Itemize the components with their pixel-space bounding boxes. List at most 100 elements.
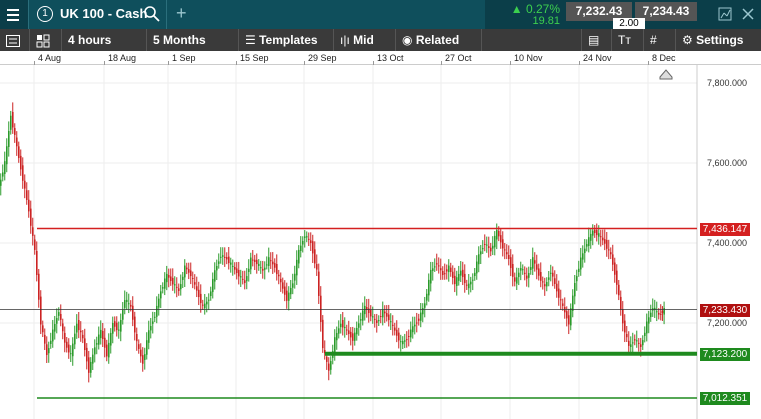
- candle-body: [586, 244, 588, 247]
- candle-body: [276, 264, 278, 275]
- candle-body: [144, 354, 146, 360]
- toolbar-spacer: [482, 29, 582, 51]
- candle-body: [648, 317, 650, 324]
- candle-body: [338, 328, 340, 334]
- menu-button[interactable]: [0, 0, 28, 29]
- instrument-title[interactable]: UK 100 - Cash: [60, 6, 147, 21]
- candle-body: [14, 128, 16, 135]
- candle-body: [506, 252, 508, 255]
- candle-body: [220, 256, 222, 258]
- candle-body: [104, 337, 106, 348]
- candle-body: [268, 257, 270, 266]
- templates-button[interactable]: ☰ Templates: [239, 29, 334, 51]
- candle-body: [542, 281, 544, 283]
- candle-body: [526, 275, 528, 279]
- candle-body: [624, 320, 626, 333]
- candle-body: [228, 256, 230, 264]
- candle-body: [626, 334, 628, 338]
- candle-body: [216, 266, 218, 271]
- candle-body: [298, 249, 300, 264]
- candle-body: [124, 300, 126, 308]
- candle-body: [138, 344, 140, 349]
- candle-body: [432, 268, 434, 271]
- candle-body: [184, 265, 186, 278]
- date-tick-label: 15 Sep: [240, 53, 269, 63]
- chart-layout-icon[interactable]: [717, 6, 733, 22]
- date-tick-label: 1 Sep: [172, 53, 196, 63]
- candle-body: [226, 257, 228, 260]
- text-tool-button[interactable]: Tт: [612, 29, 644, 51]
- candle-body: [578, 268, 580, 272]
- candle-body: [214, 270, 216, 282]
- candle-body: [136, 334, 138, 342]
- candle-body: [26, 190, 28, 200]
- candle-body: [388, 314, 390, 321]
- candle-body: [560, 299, 562, 301]
- interval-selector[interactable]: 4 hours: [62, 29, 147, 51]
- candle-body: [598, 233, 600, 237]
- gear-icon: ⚙: [682, 33, 693, 47]
- add-tab-icon[interactable]: +: [176, 3, 187, 24]
- candle-body: [126, 299, 128, 302]
- candle-body: [120, 319, 122, 332]
- candle-body: [462, 269, 464, 278]
- settings-button[interactable]: ⚙ Settings: [676, 29, 761, 51]
- candle-body: [246, 276, 248, 282]
- candle-body: [240, 276, 242, 278]
- related-button[interactable]: ◉ Related: [396, 29, 482, 51]
- candle-body: [42, 325, 44, 333]
- candle-body: [634, 339, 636, 341]
- candle-body: [600, 236, 602, 238]
- candle-body: [286, 290, 288, 301]
- notes-button[interactable]: ▤: [582, 29, 612, 51]
- candle-body: [8, 131, 10, 147]
- resistance-price-label: 7,436.147: [700, 222, 750, 236]
- candle-body: [474, 272, 476, 276]
- candle-body: [46, 344, 48, 355]
- candle-body: [260, 267, 262, 269]
- chart-list-button[interactable]: [0, 29, 30, 51]
- candle-body: [390, 321, 392, 323]
- candle-body: [174, 284, 176, 286]
- candle-body: [336, 332, 338, 341]
- candle-body: [212, 278, 214, 293]
- candle-body: [310, 240, 312, 243]
- candle-body: [172, 277, 174, 285]
- candle-body: [420, 312, 422, 321]
- candle-body: [266, 264, 268, 266]
- candle-body: [516, 277, 518, 284]
- candle-body: [328, 363, 330, 371]
- candle-body: [330, 361, 332, 370]
- candle-body: [288, 292, 290, 301]
- candle-body: [66, 341, 68, 348]
- search-icon[interactable]: [143, 5, 161, 23]
- candle-body: [464, 273, 466, 284]
- close-icon[interactable]: [740, 6, 756, 22]
- candle-body: [530, 267, 532, 270]
- candle-body: [142, 355, 144, 364]
- candle-body: [38, 273, 40, 300]
- price-chart[interactable]: 7,800.000 7,600.000 7,400.000 7,200.000: [0, 65, 761, 419]
- crosshair-button[interactable]: #: [644, 29, 676, 51]
- candle-body: [48, 348, 50, 354]
- grid-layout-button[interactable]: [30, 29, 62, 51]
- candle-body: [132, 305, 134, 320]
- range-selector[interactable]: 5 Months: [147, 29, 239, 51]
- change-percent: ▲ 0.27%: [510, 2, 560, 16]
- candle-body: [492, 245, 494, 249]
- candle-body: [292, 283, 294, 288]
- candle-body: [472, 279, 474, 281]
- candle-body: [360, 319, 362, 321]
- date-tick-label: 18 Aug: [108, 53, 137, 63]
- candle-body: [60, 314, 62, 320]
- price-type-button[interactable]: ı|ı Mid: [334, 29, 396, 51]
- candle-body: [566, 311, 568, 319]
- candle-body: [596, 229, 598, 236]
- candle-body: [614, 262, 616, 275]
- candle-body: [190, 270, 192, 277]
- candle-body: [82, 334, 84, 339]
- chart-canvas[interactable]: 7,800.000 7,600.000 7,400.000 7,200.000: [0, 65, 761, 419]
- candle-body: [76, 323, 78, 333]
- eye-icon: ◉: [402, 33, 413, 47]
- candle-body: [548, 277, 550, 280]
